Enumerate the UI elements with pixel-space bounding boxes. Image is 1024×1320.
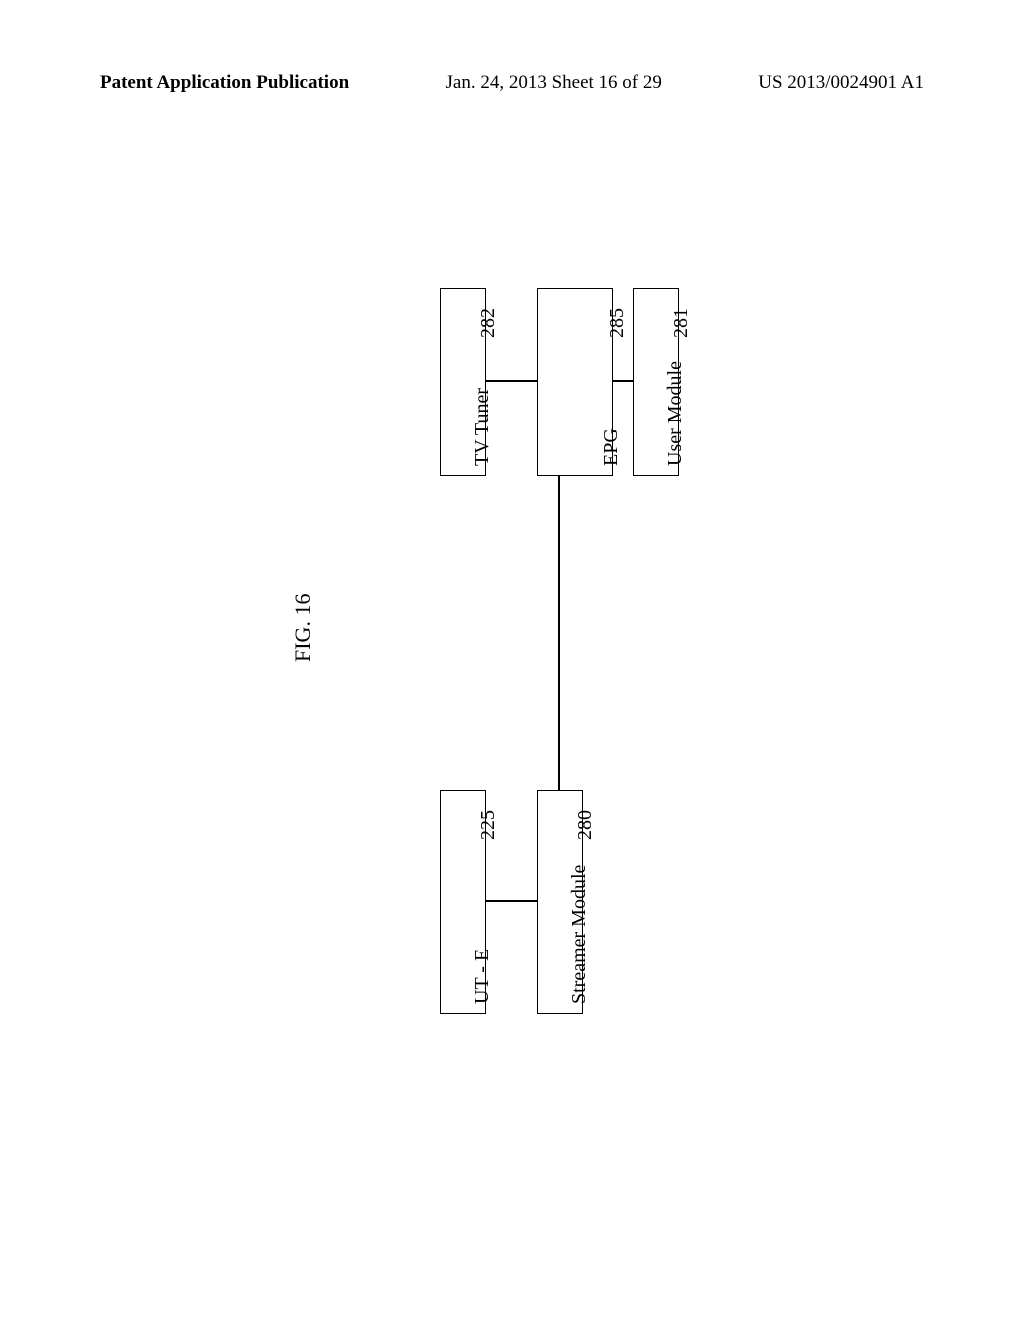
tv-tuner-text: TV Tuner bbox=[471, 388, 494, 466]
user-module-number: 281 bbox=[670, 308, 693, 338]
ute-number: 225 bbox=[477, 810, 500, 840]
streamer-number: 280 bbox=[574, 810, 597, 840]
ute-text: UT - E bbox=[471, 949, 494, 1004]
connector-user-to-epg bbox=[613, 380, 633, 382]
connector-epg-to-streamer bbox=[558, 476, 560, 790]
figure-16: FIG. 16 User Module 281 EPG 285 TV Tuner… bbox=[0, 0, 1024, 1320]
figure-caption: FIG. 16 bbox=[290, 594, 316, 662]
connector-streamer-to-ute bbox=[486, 900, 537, 902]
user-module-text: User Module bbox=[664, 361, 687, 466]
connector-epg-to-tvtuner bbox=[486, 380, 537, 382]
streamer-text: Streamer Module bbox=[568, 865, 591, 1004]
epg-text: EPG bbox=[600, 428, 623, 466]
tv-tuner-number: 282 bbox=[477, 308, 500, 338]
epg-number: 285 bbox=[606, 308, 629, 338]
